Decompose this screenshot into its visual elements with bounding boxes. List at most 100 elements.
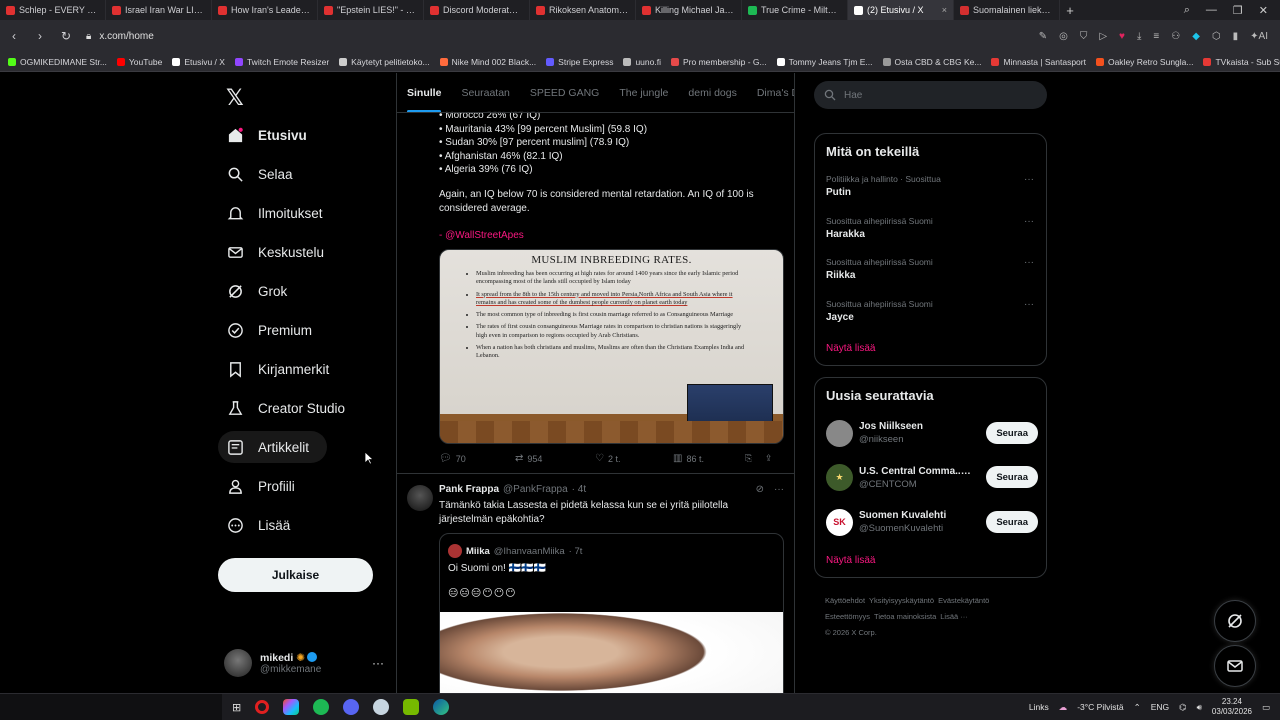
task-view-icon[interactable]: ⊞ (232, 701, 241, 714)
search-input[interactable] (844, 89, 1024, 101)
follow-suggestion[interactable]: Jos Niilkseen @niikseen Seuraa (826, 418, 1038, 448)
timeline-tab[interactable]: The jungle (609, 73, 678, 112)
footer-link[interactable]: Käyttöehdot (825, 596, 865, 605)
bookmark-item[interactable]: Pro membership - G... (670, 57, 767, 67)
timeline-tab[interactable]: Sinulle (397, 73, 451, 112)
shield-icon[interactable]: ⛉ (1080, 31, 1088, 42)
nav-item-mail[interactable]: Keskustelu (218, 236, 332, 268)
reply-button[interactable]: 💬︎ 70 (439, 453, 515, 464)
nav-item-more[interactable]: Lisää (218, 509, 298, 541)
discord-icon[interactable] (343, 699, 360, 715)
network-icon[interactable]: ⌬ (1179, 702, 1186, 713)
tweet-image[interactable]: MUSLIM INBREEDING RATES. Muslim inbreedi… (439, 249, 784, 444)
reload-icon[interactable]: ↻ (60, 29, 72, 43)
nav-item-bookmark[interactable]: Kirjanmerkit (218, 353, 337, 385)
trend-item[interactable]: Suosittua aihepiirissä Suomi Harakka ··· (826, 216, 1038, 240)
footer-link[interactable]: Evästekäytäntö (938, 596, 989, 605)
weather-icon[interactable]: ☁ (1059, 702, 1068, 713)
avatar[interactable] (407, 485, 433, 511)
camera-icon[interactable]: ◎ (1059, 31, 1068, 42)
forward-icon[interactable]: › (34, 29, 46, 43)
timeline-tab[interactable]: Dima's Dist (747, 73, 794, 112)
quoted-tweet[interactable]: Miika @IhanvaanMiika · 7t Oi Suomi on! 🇫… (439, 533, 784, 693)
nav-item-grok[interactable]: Grok (218, 275, 295, 307)
browser-tab[interactable]: Rikoksen Anatomia | Jam (530, 0, 636, 20)
minimize-icon[interactable]: — (1206, 4, 1217, 17)
quoted-video[interactable] (440, 612, 783, 693)
trend-item[interactable]: Suosittua aihepiirissä Suomi Riikka ··· (826, 257, 1038, 281)
search-box[interactable] (814, 81, 1047, 109)
browser-tab[interactable]: "Epstein LIES!" - CIA John (318, 0, 424, 20)
browser-tab[interactable]: True Crime - Miltä tuntu (742, 0, 848, 20)
steam-icon[interactable] (373, 699, 390, 715)
footer-link[interactable]: Tietoa mainoksista (874, 612, 936, 621)
bookmark-tweet-icon[interactable]: ⎘ (745, 453, 765, 464)
follow-button[interactable]: Seuraa (986, 466, 1038, 488)
bookmark-item[interactable]: uuno.fi (623, 57, 661, 67)
chevron-up-icon[interactable]: ⌃ (1134, 702, 1141, 713)
grok-fab-button[interactable] (1214, 600, 1256, 642)
nav-item-creator-studio[interactable]: Creator Studio (218, 392, 353, 424)
grok-icon[interactable]: ⊘ (756, 484, 764, 495)
more-dots-icon[interactable]: ··· (1024, 257, 1034, 268)
bookmark-item[interactable]: YouTube (116, 57, 162, 67)
maximize-icon[interactable]: ❐ (1233, 4, 1243, 17)
new-tab-button[interactable]: + (1060, 3, 1080, 18)
browser-tab[interactable]: Killing Michael Jackson T (636, 0, 742, 20)
close-window-icon[interactable]: ✕ (1259, 4, 1268, 17)
figma-icon[interactable] (283, 699, 300, 715)
follow-suggestion[interactable]: SK Suomen Kuvalehti @SuomenKuvalehti Seuraa (826, 507, 1038, 537)
repost-button[interactable]: ⇄ 954 (515, 453, 595, 464)
ai-button[interactable]: ✦AI (1250, 31, 1268, 42)
opera-icon[interactable] (255, 700, 270, 714)
browser-tab[interactable]: Israel Iran War LIVE | Seri (106, 0, 212, 20)
more-dots-icon[interactable]: ··· (1024, 216, 1034, 227)
x-logo-icon[interactable]: 𝕏 (226, 85, 244, 111)
more-dots-icon[interactable]: ··· (372, 656, 384, 670)
account-switcher[interactable]: mikedi ✺ @mikkemane ··· (224, 645, 384, 681)
share-icon[interactable]: ⇪ (765, 453, 773, 464)
tweet-author-name[interactable]: Pank Frappa (439, 484, 499, 495)
bookmark-item[interactable]: Nike Mind 002 Black... (439, 57, 536, 67)
nvidia-icon[interactable] (403, 699, 420, 715)
follow-button[interactable]: Seuraa (986, 511, 1038, 533)
bookmark-item[interactable]: Etusivu / X (172, 57, 225, 67)
links-toolbar[interactable]: Links (1029, 702, 1049, 712)
back-icon[interactable]: ‹ (8, 29, 20, 43)
show-more-trends-link[interactable]: Näytä lisää (826, 343, 875, 354)
bookmark-item[interactable]: TVkaista - Sub Suara (1203, 57, 1280, 67)
trend-item[interactable]: Suosittua aihepiirissä Suomi Jayce ··· (826, 299, 1038, 323)
more-dots-icon[interactable]: ··· (1024, 299, 1034, 310)
bookmark-item[interactable]: Tommy Jeans Tjm E... (776, 57, 873, 67)
timeline-tab[interactable]: SPEED GANG (520, 73, 609, 112)
language-indicator[interactable]: ENG (1151, 702, 1169, 712)
nav-item-home[interactable]: Etusivu (218, 119, 315, 151)
bookmark-item[interactable]: Osta CBD & CBG Ke... (882, 57, 981, 67)
weather-text[interactable]: -3°C Pilvistä (1077, 702, 1123, 712)
bookmark-item[interactable]: Käytetyt pelitietoko... (339, 57, 430, 67)
timeline-tab[interactable]: Seuraatan (451, 73, 519, 112)
cube-icon[interactable]: ⬡ (1212, 31, 1221, 42)
browser-tab[interactable]: How Iran's Leader Was Ki (212, 0, 318, 20)
mention-link[interactable]: @WallStreetApes (445, 230, 524, 241)
menu-icon[interactable]: ≡ (1153, 31, 1159, 42)
sidebar-icon[interactable]: ▮ (1233, 31, 1239, 42)
browser-tab[interactable]: Discord Moderator Gets (424, 0, 530, 20)
nav-item-bell[interactable]: Ilmoitukset (218, 197, 331, 229)
download-icon[interactable]: ⤓ (1137, 31, 1141, 42)
bookmark-item[interactable]: Stripe Express (546, 57, 613, 67)
url-field[interactable]: 🔒︎ x.com/home (86, 31, 1025, 42)
tab-close-icon[interactable]: × (942, 5, 947, 15)
tweet-time[interactable]: · 4t (572, 484, 586, 495)
browser-tab[interactable]: Suomalainen liekeissä C (954, 0, 1060, 20)
follow-suggestion[interactable]: ★ U.S. Central Comma... @CENTCOM Seuraa (826, 462, 1038, 492)
nav-item-profile[interactable]: Profiili (218, 470, 303, 502)
clock[interactable]: 23.24 03/03/2026 (1212, 697, 1252, 717)
browser-tab[interactable]: Schlep - EVERY Parent N (0, 0, 106, 20)
messages-fab-button[interactable] (1214, 645, 1256, 687)
footer-link[interactable]: Yksityisyyskäytäntö (869, 596, 934, 605)
post-button[interactable]: Julkaise (218, 558, 373, 592)
profile-icon[interactable]: ⚇ (1171, 31, 1180, 42)
spotify-icon[interactable] (313, 699, 330, 715)
edit-icon[interactable]: ✎ (1039, 31, 1047, 42)
